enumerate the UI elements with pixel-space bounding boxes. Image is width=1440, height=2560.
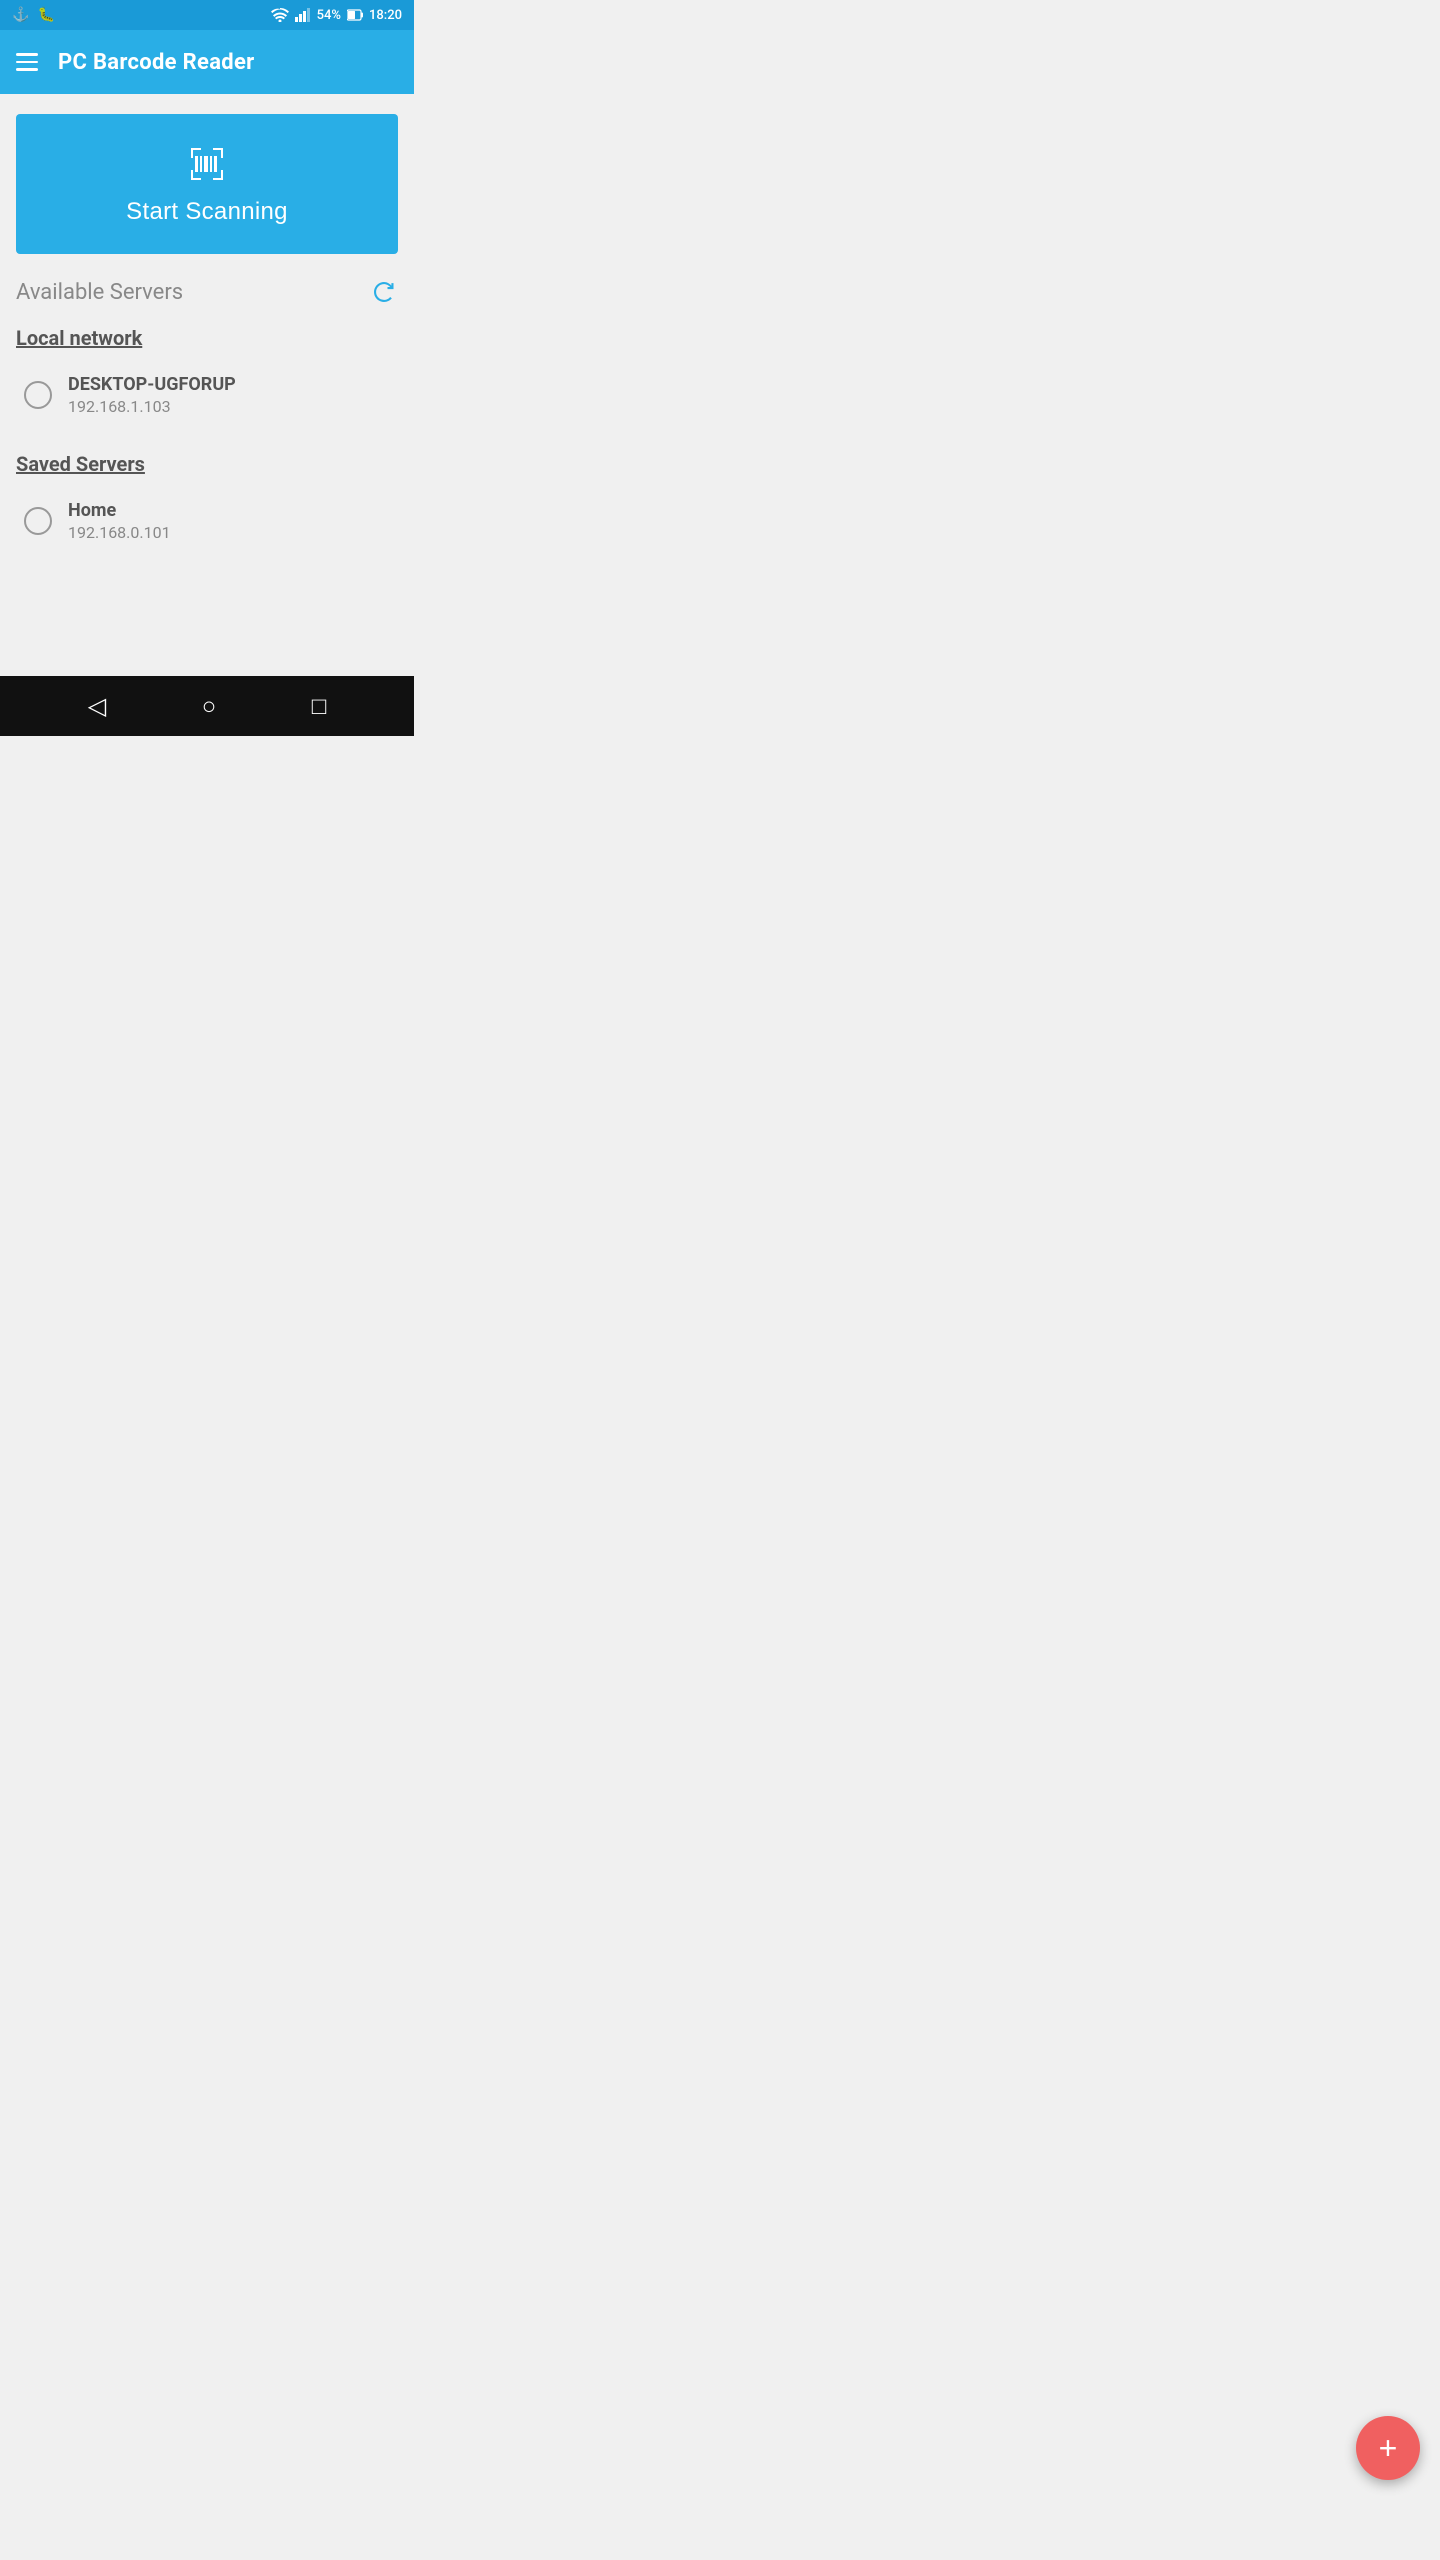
server-ip-desktop: 192.168.1.103: [68, 397, 236, 416]
app-bar: PC Barcode Reader: [0, 30, 414, 94]
saved-servers-group: Saved Servers Home 192.168.0.101: [16, 444, 398, 558]
battery-percent: 54%: [317, 8, 341, 23]
app-title: PC Barcode Reader: [58, 50, 255, 75]
signal-icon: [295, 8, 311, 22]
status-bar-left-icons: ⚓ 🐛: [12, 7, 55, 23]
server-radio-local[interactable]: [24, 381, 52, 409]
start-scanning-button[interactable]: Start Scanning: [16, 114, 398, 254]
debug-icon: 🐛: [37, 7, 54, 23]
server-info-home: Home 192.168.0.101: [68, 500, 171, 542]
back-button[interactable]: ◁: [88, 692, 106, 720]
hamburger-menu-icon[interactable]: [16, 53, 38, 71]
status-bar-right: 54% 18:20: [271, 8, 402, 23]
nav-bar: ◁ ○ □: [0, 676, 414, 736]
add-server-fab[interactable]: +: [1356, 2416, 1420, 2480]
battery-icon: [347, 9, 363, 21]
server-name-desktop: DESKTOP-UGFORUP: [68, 374, 236, 395]
main-content: Start Scanning Available Servers Local n…: [0, 94, 414, 676]
recents-button[interactable]: □: [312, 692, 327, 721]
refresh-button[interactable]: [370, 278, 398, 306]
scanner-icon: [185, 142, 229, 186]
list-item[interactable]: Home 192.168.0.101: [16, 484, 398, 558]
saved-servers-label: Saved Servers: [16, 444, 398, 480]
time-display: 18:20: [369, 8, 402, 23]
servers-section: Available Servers Local network DESKTOP-…: [16, 278, 398, 558]
local-network-label: Local network: [16, 318, 398, 354]
home-button[interactable]: ○: [202, 692, 217, 721]
available-servers-title: Available Servers: [16, 280, 183, 305]
server-name-home: Home: [68, 500, 171, 521]
server-ip-home: 192.168.0.101: [68, 523, 171, 542]
add-icon: +: [1379, 2432, 1398, 2464]
refresh-icon: [370, 278, 398, 306]
servers-section-header: Available Servers: [16, 278, 398, 306]
server-radio-home[interactable]: [24, 507, 52, 535]
list-item[interactable]: DESKTOP-UGFORUP 192.168.1.103: [16, 358, 398, 432]
server-info-local: DESKTOP-UGFORUP 192.168.1.103: [68, 374, 236, 416]
usb-icon: ⚓: [12, 7, 29, 23]
status-bar: ⚓ 🐛 54% 18:20: [0, 0, 414, 30]
wifi-icon: [271, 8, 289, 22]
local-network-group: Local network DESKTOP-UGFORUP 192.168.1.…: [16, 318, 398, 432]
scan-button-label: Start Scanning: [126, 198, 288, 226]
